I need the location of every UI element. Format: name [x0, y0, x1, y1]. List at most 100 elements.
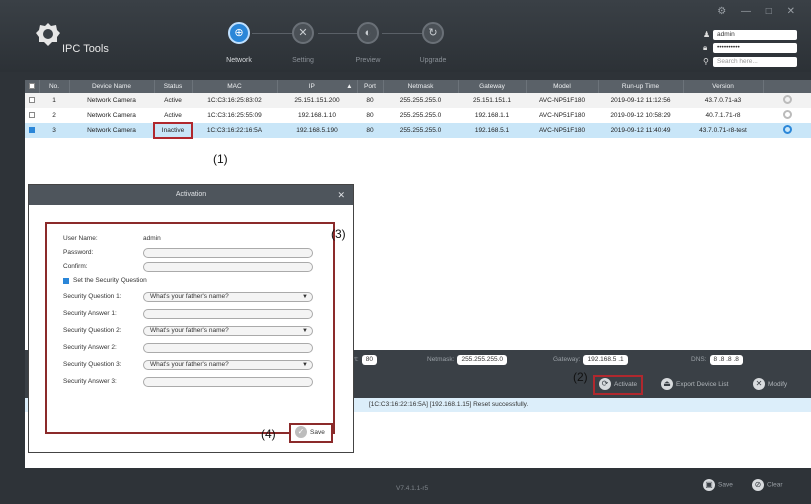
export-label: Export Device List — [676, 381, 729, 388]
dns-label: DNS: — [691, 356, 707, 363]
col-gateway[interactable]: Gateway — [458, 80, 527, 93]
step-label: Setting — [292, 57, 314, 64]
col-no[interactable]: No. — [39, 80, 70, 93]
gateway-label: Gateway: — [553, 356, 581, 363]
row-action-button[interactable] — [763, 123, 811, 138]
cell-runup-time: 2019-09-12 11:12:56 — [598, 93, 683, 108]
select-all-checkbox[interactable] — [25, 80, 40, 93]
footer-clear-label: Clear — [767, 481, 783, 489]
export-device-list-button[interactable]: ⏏ Export Device List — [661, 377, 728, 393]
save-button[interactable]: ✓ Save — [289, 423, 333, 443]
security-toggle-row[interactable]: Set the Security Question — [63, 276, 323, 288]
question-3-select[interactable]: What's your father's name? — [143, 360, 313, 370]
step-preview[interactable]: ◐ Preview — [338, 22, 398, 64]
cell-runup-time: 2019-09-12 11:40:49 — [598, 123, 683, 138]
cell-netmask: 255.255.255.0 — [383, 123, 458, 138]
dialog-titlebar: Activation ✕ — [29, 185, 353, 205]
step-network[interactable]: ⊕ Network — [209, 22, 269, 64]
window-controls[interactable]: ⚙ — □ ✕ — [717, 6, 801, 17]
cell-gateway: 25.151.151.1 — [458, 93, 526, 108]
gateway-input[interactable]: 192.168.5 .1 — [583, 355, 628, 365]
answer-1-field[interactable] — [143, 309, 313, 319]
row-checkbox[interactable] — [25, 93, 39, 108]
question-1-row: Security Question 1: What's your father'… — [63, 292, 323, 304]
answer-2-label: Security Answer 2: — [63, 344, 117, 351]
footer-clear-button[interactable]: ⊘ Clear — [752, 479, 783, 491]
cell-version: 43.7.0.71-r8-test — [683, 123, 763, 138]
question-2-select[interactable]: What's your father's name? — [143, 326, 313, 336]
security-question-checkbox[interactable] — [63, 278, 69, 284]
col-ip-label: IP — [308, 83, 315, 90]
cell-device-name: Network Camera — [87, 112, 136, 119]
col-netmask[interactable]: Netmask — [383, 80, 459, 93]
col-version[interactable]: Version — [683, 80, 764, 93]
question-2-row: Security Question 2: What's your father'… — [63, 326, 323, 338]
username-row: User Name: admin — [63, 234, 323, 246]
cell-device-name: Network Camera — [69, 123, 154, 138]
username-row: ♟ admin — [703, 30, 799, 40]
cell-gateway: 192.168.1.1 — [474, 112, 510, 119]
col-model[interactable]: Model — [526, 80, 599, 93]
col-status[interactable]: Status — [154, 80, 193, 93]
cell-model: AVC-NP51F180 — [526, 123, 598, 138]
cell-version: 43.7.0.71-a3 — [683, 93, 763, 108]
search-input[interactable]: Search here... — [713, 57, 797, 67]
question-1-select[interactable]: What's your father's name? — [143, 292, 313, 302]
cell-ip: 25.151.151.200 — [277, 93, 357, 108]
circle-icon — [782, 125, 792, 134]
col-ip[interactable]: IP ▲ — [277, 80, 358, 93]
col-port[interactable]: Port — [357, 80, 384, 93]
cell-gateway: 192.168.5.1 — [458, 123, 526, 138]
answer-3-field[interactable] — [143, 377, 313, 387]
cell-no: 3 — [39, 123, 69, 138]
confirm-field[interactable] — [143, 262, 313, 272]
username-field[interactable]: admin — [713, 30, 797, 40]
activation-form: User Name: admin Password: Confirm: Set … — [45, 222, 335, 434]
circle-icon — [782, 110, 792, 119]
footer-save-button[interactable]: ▣ Save — [703, 479, 733, 491]
setting-icon: ✕ — [292, 22, 314, 44]
upgrade-icon: ↻ — [422, 22, 444, 44]
callout-3: (3) — [331, 227, 346, 241]
callout-2: (2) — [573, 370, 588, 384]
col-device-name[interactable]: Device Name — [69, 80, 155, 93]
col-runup-time[interactable]: Run-up Time — [598, 80, 684, 93]
password-row: 🔒︎ •••••••••• — [703, 43, 799, 53]
answer-1-row: Security Answer 1: — [63, 309, 323, 321]
step-upgrade[interactable]: ↻ Upgrade — [403, 22, 463, 64]
close-icon[interactable]: ✕ — [337, 185, 345, 205]
table-header: No. Device Name Status MAC IP ▲ Port Net… — [25, 80, 811, 93]
dns-input[interactable]: 8 .8 .8 .8 — [709, 355, 743, 365]
password-field[interactable] — [143, 248, 313, 258]
dns-param: DNS: 8 .8 .8 .8 — [691, 355, 743, 365]
modify-button[interactable]: ✕ Modify — [753, 377, 787, 393]
cell-mac: 1C:C3:16:22:16:5A — [192, 123, 277, 138]
callout-1: (1) — [213, 152, 228, 166]
cell-ip: 192.168.5.190 — [277, 123, 357, 138]
password-row: Password: — [63, 248, 323, 260]
password-field[interactable]: •••••••••• — [713, 43, 797, 53]
row-action-button[interactable] — [763, 108, 811, 123]
username-label: User Name: — [63, 235, 98, 242]
answer-3-label: Security Answer 3: — [63, 378, 117, 385]
col-mac[interactable]: MAC — [192, 80, 278, 93]
activate-button[interactable]: ⟳ Activate — [592, 375, 644, 395]
port-input[interactable]: 80 — [361, 355, 377, 365]
netmask-label: Netmask: — [427, 356, 455, 363]
save-label: Save — [310, 429, 325, 436]
table-row[interactable]: 1 Network Camera Active 1C:C3:16:25:83:0… — [25, 93, 811, 108]
cell-device-name: Network Camera — [69, 93, 154, 108]
netmask-input[interactable]: 255.255.255.0 — [457, 355, 508, 365]
table-row[interactable]: 2 Network Camera Active 1C:C3:16:25:55:0… — [25, 108, 811, 123]
step-setting[interactable]: ✕ Setting — [273, 22, 333, 64]
row-checkbox[interactable] — [25, 123, 39, 138]
app-title: IPC Tools — [62, 43, 109, 55]
cell-port: 80 — [357, 93, 383, 108]
answer-2-field[interactable] — [143, 343, 313, 353]
row-action-button[interactable] — [763, 93, 811, 108]
cell-netmask: 255.255.255.0 — [383, 93, 458, 108]
row-checkbox[interactable] — [25, 108, 39, 123]
table-row-selected[interactable]: 3 Network Camera Inactive 1C:C3:16:22:16… — [25, 122, 811, 139]
save-icon: ▣ — [703, 479, 715, 491]
search-row: ⚲ Search here... — [703, 57, 799, 67]
